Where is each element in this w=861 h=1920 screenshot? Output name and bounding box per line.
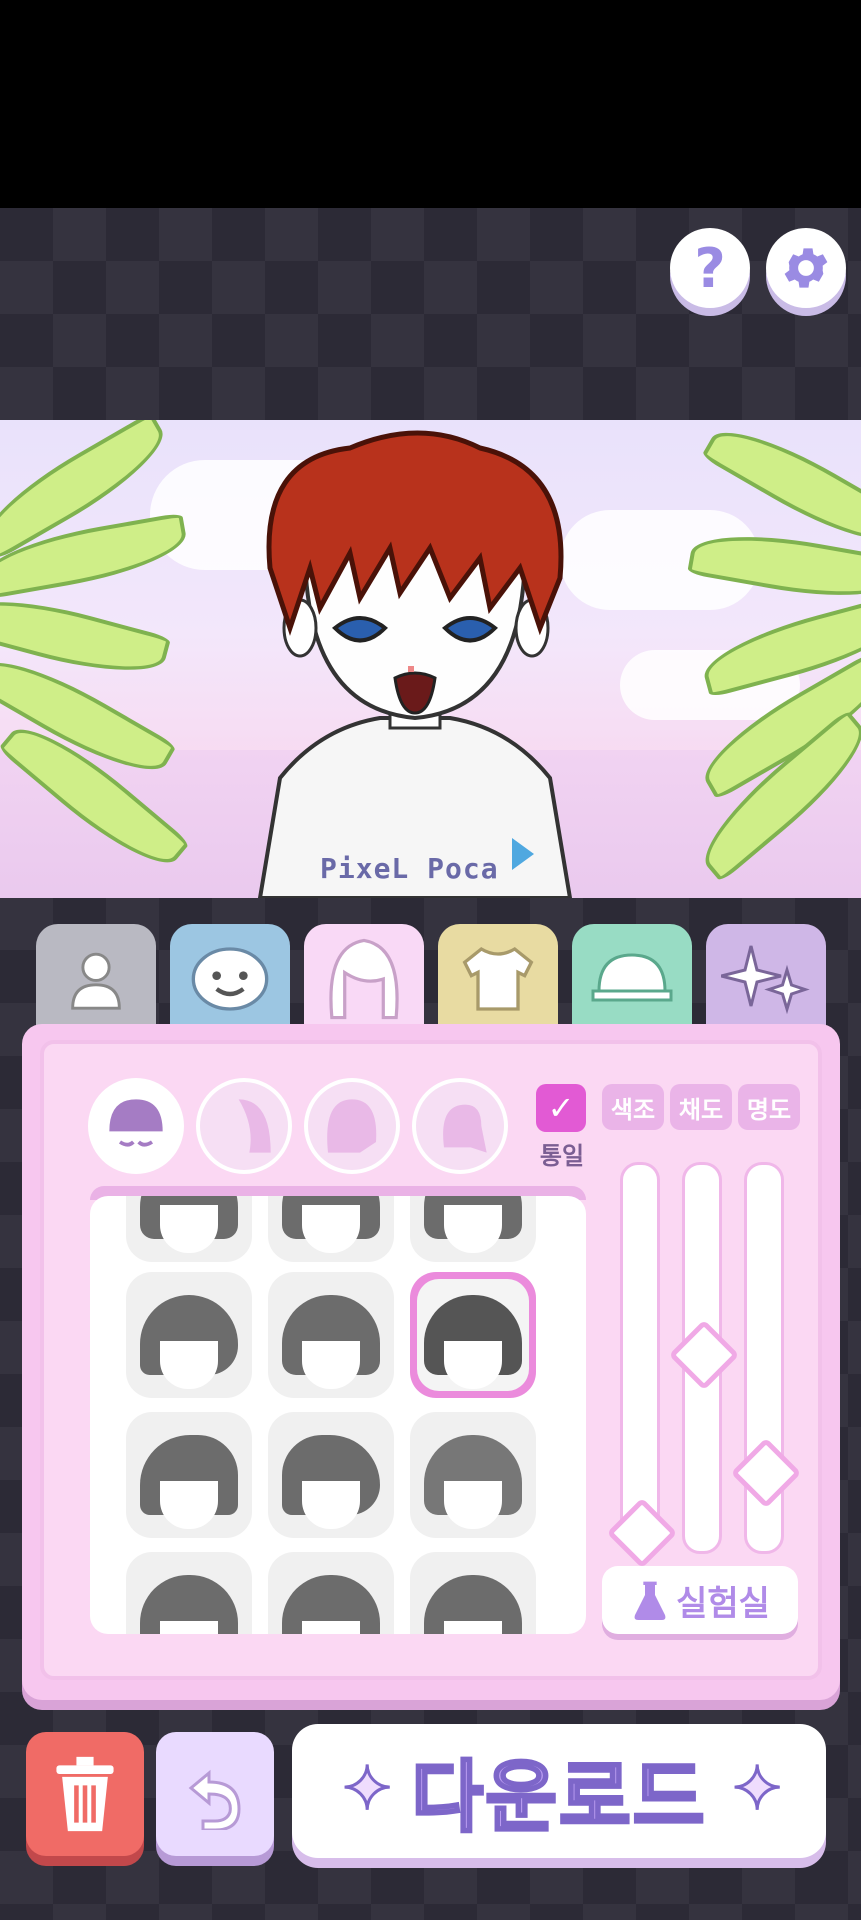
hair-item[interactable] <box>126 1412 252 1538</box>
hue-button[interactable]: 색조 <box>602 1084 664 1130</box>
gear-icon <box>784 248 828 288</box>
smiley-face-icon <box>191 947 269 1011</box>
hair-item[interactable] <box>126 1552 252 1634</box>
status-bar-area <box>0 0 861 208</box>
hue-slider[interactable] <box>620 1162 660 1554</box>
play-logo-icon <box>512 838 534 870</box>
lab-button[interactable]: 실험실 <box>602 1566 798 1634</box>
character-avatar <box>257 430 573 898</box>
help-button[interactable]: ? <box>670 228 750 308</box>
hair-item[interactable] <box>410 1412 536 1538</box>
hair-item[interactable] <box>268 1272 394 1398</box>
undo-button[interactable] <box>156 1732 274 1856</box>
delete-button[interactable] <box>26 1732 144 1856</box>
trash-icon <box>56 1756 114 1832</box>
sparkle-icon: ✦ <box>340 1753 395 1826</box>
body-silhouette-icon <box>71 952 121 1010</box>
lab-label: 실험실 <box>676 1583 770 1624</box>
tab-face[interactable] <box>170 924 290 1034</box>
sparkle-icon <box>721 945 810 1015</box>
hair-item[interactable] <box>410 1552 536 1634</box>
cap-icon <box>591 953 673 1002</box>
hair-item[interactable] <box>268 1196 394 1262</box>
hair-item[interactable] <box>126 1196 252 1262</box>
flask-icon <box>634 1581 666 1620</box>
hair-item-selected[interactable] <box>410 1272 536 1398</box>
hair-item[interactable] <box>268 1412 394 1538</box>
category-side-hair[interactable] <box>304 1078 400 1174</box>
download-button[interactable]: ✦ ✦ 다운로드 <box>292 1724 826 1858</box>
ponytail-icon <box>443 1104 487 1153</box>
tab-effects[interactable] <box>706 924 826 1034</box>
category-back-hair[interactable] <box>196 1078 292 1174</box>
question-mark-icon: ? <box>694 236 726 300</box>
front-hair-icon <box>109 1099 163 1147</box>
saturation-button[interactable]: 채도 <box>670 1084 732 1130</box>
hair-icon <box>329 938 399 1020</box>
brightness-button[interactable]: 명도 <box>738 1084 800 1130</box>
hair-item-grid <box>90 1196 586 1634</box>
undo-icon <box>188 1769 241 1830</box>
sparkle-icon: ✦ <box>730 1753 785 1826</box>
shirt-logo: PixeL Poca <box>320 852 499 885</box>
hair-item[interactable] <box>268 1552 394 1634</box>
tab-body[interactable] <box>36 924 156 1034</box>
download-label: 다운로드 <box>410 1752 707 1845</box>
sync-checkbox[interactable]: ✓ <box>536 1084 586 1132</box>
tab-hair[interactable] <box>304 924 424 1034</box>
sync-label: 통일 <box>539 1142 585 1170</box>
character-preview: PixeL Poca <box>0 420 861 898</box>
hair-item[interactable] <box>126 1272 252 1398</box>
category-front-hair[interactable] <box>88 1078 184 1174</box>
category-ponytail[interactable] <box>412 1078 508 1174</box>
tab-clothes[interactable] <box>438 924 558 1034</box>
side-hair-icon <box>327 1099 377 1153</box>
back-hair-icon <box>238 1099 271 1153</box>
settings-button[interactable] <box>766 228 846 308</box>
tab-hat[interactable] <box>572 924 692 1034</box>
t-shirt-icon <box>462 946 534 1011</box>
hair-item[interactable] <box>410 1196 536 1262</box>
